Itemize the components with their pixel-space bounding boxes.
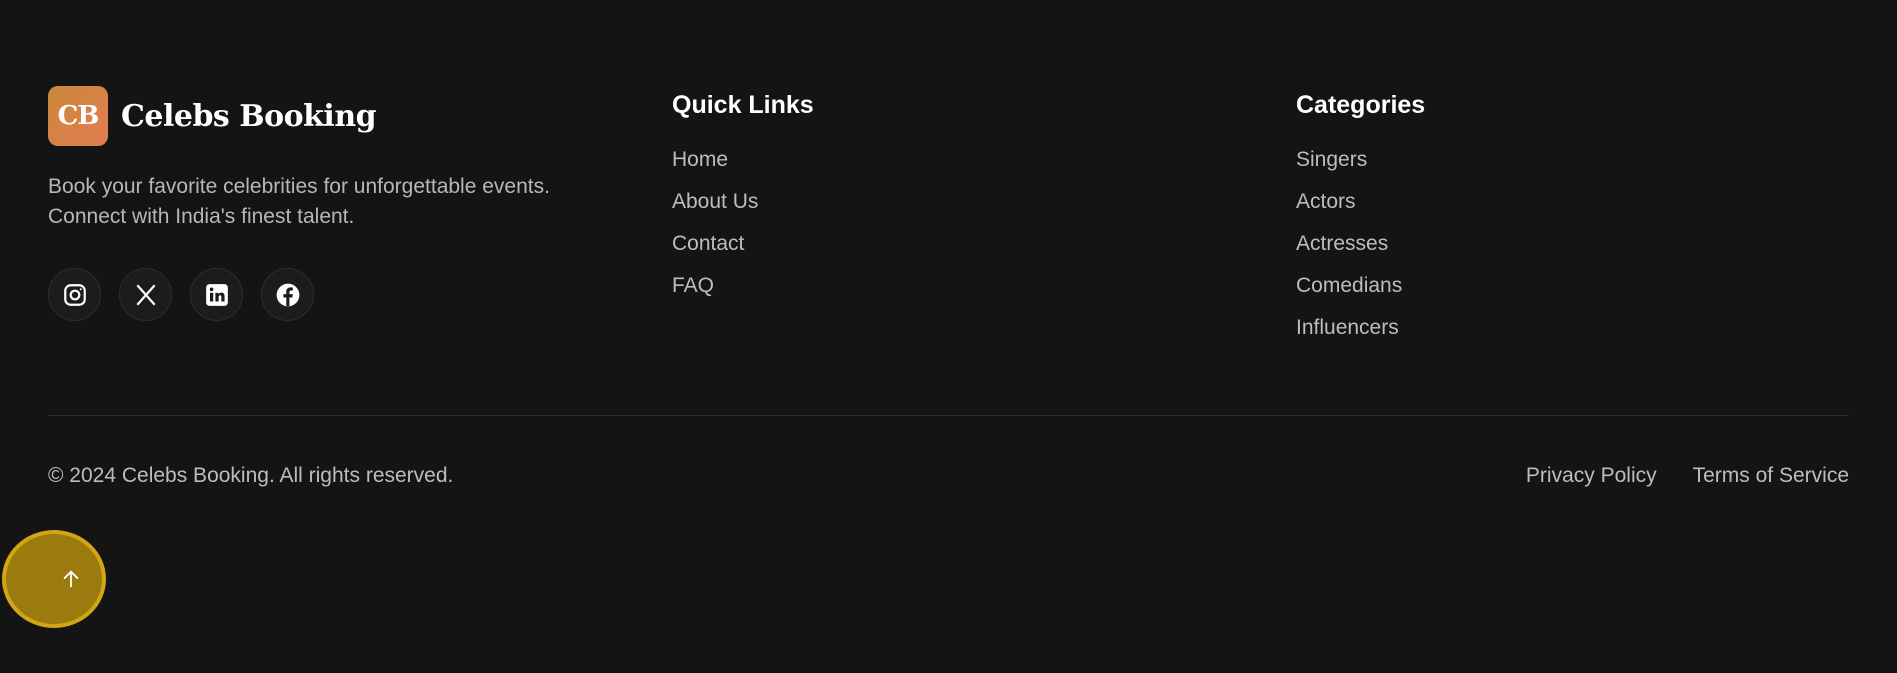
- footer-divider: [48, 415, 1849, 416]
- tagline: Book your favorite celebrities for unfor…: [48, 175, 550, 228]
- terms-of-service-link[interactable]: Terms of Service: [1693, 464, 1849, 488]
- category-influencers[interactable]: Influencers: [1296, 313, 1849, 355]
- brand-name: Celebs Booking: [121, 98, 377, 134]
- categories-list: Singers Actors Actresses Comedians Influ…: [1296, 145, 1849, 355]
- facebook-button[interactable]: [261, 268, 314, 321]
- linkedin-button[interactable]: [190, 268, 243, 321]
- categories-heading: Categories: [1296, 91, 1426, 119]
- scroll-to-top-button[interactable]: [2, 530, 106, 628]
- linkedin-icon: [205, 283, 228, 306]
- x-twitter-icon: [136, 284, 155, 305]
- footer-columns: CB Celebs Booking Book your favorite cel…: [48, 86, 1849, 355]
- copyright-text: © 2024 Celebs Booking. All rights reserv…: [48, 464, 454, 487]
- quick-links-heading: Quick Links: [672, 91, 814, 119]
- brand-column: CB Celebs Booking Book your favorite cel…: [48, 86, 672, 355]
- category-singers[interactable]: Singers: [1296, 145, 1849, 187]
- category-actresses[interactable]: Actresses: [1296, 229, 1849, 271]
- logo-badge: CB: [48, 86, 108, 146]
- quick-links-list: Home About Us Contact FAQ: [672, 145, 1296, 313]
- category-actors[interactable]: Actors: [1296, 187, 1849, 229]
- facebook-icon: [276, 283, 299, 306]
- footer-bottom-row: © 2024 Celebs Booking. All rights reserv…: [48, 464, 1849, 488]
- x-twitter-button[interactable]: [119, 268, 172, 321]
- instagram-button[interactable]: [48, 268, 101, 321]
- legal-links: Privacy Policy Terms of Service: [1490, 464, 1849, 488]
- arrow-up-icon: [63, 570, 79, 588]
- footer: CB Celebs Booking Book your favorite cel…: [2, 0, 1849, 673]
- categories-column: Categories Singers Actors Actresses Come…: [1296, 86, 1849, 355]
- link-contact[interactable]: Contact: [672, 229, 1296, 271]
- category-comedians[interactable]: Comedians: [1296, 271, 1849, 313]
- instagram-icon: [63, 283, 86, 306]
- social-links: [48, 268, 672, 321]
- link-about-us[interactable]: About Us: [672, 187, 1296, 229]
- privacy-policy-link[interactable]: Privacy Policy: [1526, 464, 1657, 488]
- quick-links-column: Quick Links Home About Us Contact FAQ: [672, 86, 1296, 355]
- link-home[interactable]: Home: [672, 145, 1296, 187]
- brand[interactable]: CB Celebs Booking: [48, 86, 672, 146]
- link-faq[interactable]: FAQ: [672, 271, 1296, 313]
